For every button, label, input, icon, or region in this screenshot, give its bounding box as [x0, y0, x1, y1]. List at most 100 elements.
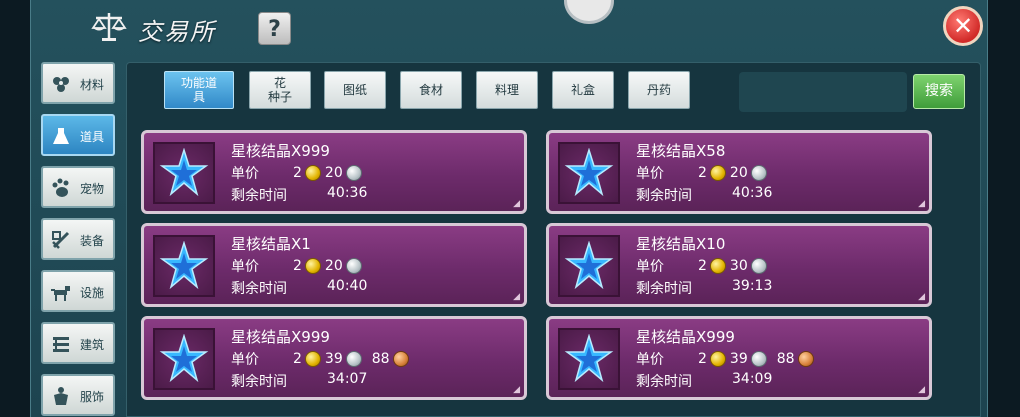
tab-gift-boxes[interactable]: 礼盒 — [552, 71, 614, 109]
sidebar-item-facilities[interactable]: 设施 — [41, 270, 115, 312]
item-name: 星核结晶X999 — [636, 328, 735, 346]
remaining-time: 34:09 — [732, 371, 773, 387]
time-row: 剩余时间 34:09 — [636, 371, 772, 391]
tab-blueprints[interactable]: 图纸 — [324, 71, 386, 109]
remaining-time: 34:07 — [327, 371, 368, 387]
time-row: 剩余时间 40:36 — [231, 185, 367, 205]
price-row: 单价 2 20 — [231, 256, 366, 276]
exchange-panel: 交易所 ? ✕ 材料 道具 宠物 装备 设施 建筑 服饰 功能道 具 花 种子 … — [30, 0, 988, 417]
top-knob — [564, 0, 614, 24]
silver-amount: 20 — [729, 165, 748, 181]
sidebar-item-label: 道具 — [80, 130, 105, 144]
listing-card[interactable]: 星核结晶X999 单价 2 39 88 剩余时间 34:07 ◢ — [141, 316, 527, 400]
item-name: 星核结晶X1 — [231, 235, 311, 253]
sidebar-item-label: 建筑 — [80, 338, 105, 352]
scale-icon — [91, 13, 127, 41]
fence-icon — [53, 337, 69, 352]
price-label: 单价 — [636, 166, 664, 182]
sword-icon — [52, 231, 70, 249]
search-button[interactable]: 搜索 — [913, 74, 965, 109]
gold-amount: 2 — [293, 165, 302, 181]
price-row: 单价 2 39 88 — [636, 349, 818, 369]
item-icon-frame — [558, 328, 620, 390]
item-name: 星核结晶X10 — [636, 235, 726, 253]
tab-ingredients[interactable]: 食材 — [400, 71, 462, 109]
time-row: 剩余时间 39:13 — [636, 278, 772, 298]
listing-card[interactable]: 星核结晶X1 单价 2 20 剩余时间 40:40 ◢ — [141, 223, 527, 307]
silver-coin-icon — [750, 165, 767, 181]
sidebar-item-label: 服饰 — [80, 390, 105, 404]
corner-mark-icon: ◢ — [918, 385, 925, 395]
gold-coin-icon — [304, 351, 321, 367]
remaining-time: 40:36 — [732, 185, 773, 201]
gold-amount: 2 — [293, 258, 302, 274]
tab-functional-items[interactable]: 功能道 具 — [164, 71, 234, 109]
corner-mark-icon: ◢ — [918, 199, 925, 209]
time-row: 剩余时间 40:36 — [636, 185, 772, 205]
price-row: 单价 2 20 — [231, 163, 366, 183]
silver-amount: 20 — [324, 165, 343, 181]
gold-coin-icon — [304, 165, 321, 181]
listing-card[interactable]: 星核结晶X999 单价 2 39 88 剩余时间 34:09 ◢ — [546, 316, 932, 400]
price-label: 单价 — [231, 166, 259, 182]
copper-coin-icon — [797, 351, 814, 367]
price-label: 单价 — [636, 259, 664, 275]
sidebar-item-equipment[interactable]: 装备 — [41, 218, 115, 260]
gold-amount: 2 — [698, 351, 707, 367]
corner-mark-icon: ◢ — [513, 385, 520, 395]
star-crystal-icon — [564, 334, 614, 383]
silver-amount: 20 — [324, 258, 343, 274]
price-label: 单价 — [231, 259, 259, 275]
sidebar-item-label: 装备 — [80, 234, 105, 248]
sidebar-item-items[interactable]: 道具 — [41, 114, 115, 156]
item-name: 星核结晶X999 — [231, 328, 330, 346]
corner-mark-icon: ◢ — [513, 292, 520, 302]
remaining-label: 剩余时间 — [636, 281, 692, 297]
item-icon-frame — [558, 235, 620, 297]
silver-amount: 30 — [729, 258, 748, 274]
item-name: 星核结晶X58 — [636, 142, 726, 160]
shirt-icon — [54, 387, 68, 405]
copper-amount: 88 — [371, 351, 390, 367]
listing-card[interactable]: 星核结晶X999 单价 2 20 剩余时间 40:36 ◢ — [141, 130, 527, 214]
gold-amount: 2 — [698, 165, 707, 181]
flask-icon — [53, 128, 69, 144]
silver-coin-icon — [750, 351, 767, 367]
paw-icon — [52, 178, 69, 197]
remaining-label: 剩余时间 — [231, 374, 287, 390]
sidebar-item-clothing[interactable]: 服饰 — [41, 374, 115, 416]
copper-amount: 88 — [776, 351, 795, 367]
tab-elixirs[interactable]: 丹药 — [628, 71, 690, 109]
listing-card[interactable]: 星核结晶X10 单价 2 30 剩余时间 39:13 ◢ — [546, 223, 932, 307]
tab-dishes[interactable]: 料理 — [476, 71, 538, 109]
copper-coin-icon — [392, 351, 409, 367]
remaining-label: 剩余时间 — [231, 188, 287, 204]
silver-coin-icon — [345, 258, 362, 274]
gold-coin-icon — [709, 165, 726, 181]
remaining-time: 40:36 — [327, 185, 368, 201]
sidebar-item-label: 宠物 — [80, 182, 105, 196]
tab-seeds[interactable]: 花 种子 — [249, 71, 311, 109]
item-icon-frame — [558, 142, 620, 204]
item-icon-frame — [153, 235, 215, 297]
price-row: 单价 2 39 88 — [231, 349, 413, 369]
sidebar-item-pets[interactable]: 宠物 — [41, 166, 115, 208]
item-icon-frame — [153, 142, 215, 204]
close-button[interactable]: ✕ — [943, 6, 983, 46]
price-row: 单价 2 30 — [636, 256, 771, 276]
sidebar-item-label: 设施 — [80, 286, 105, 300]
silver-amount: 39 — [324, 351, 343, 367]
corner-mark-icon: ◢ — [513, 199, 520, 209]
time-row: 剩余时间 40:40 — [231, 278, 367, 298]
search-input[interactable] — [739, 72, 907, 112]
listing-card[interactable]: 星核结晶X58 单价 2 20 剩余时间 40:36 ◢ — [546, 130, 932, 214]
sidebar-item-materials[interactable]: 材料 — [41, 62, 115, 104]
right-border — [988, 0, 1020, 417]
star-crystal-icon — [564, 241, 614, 290]
gold-amount: 2 — [698, 258, 707, 274]
sidebar-item-buildings[interactable]: 建筑 — [41, 322, 115, 364]
help-button[interactable]: ? — [258, 12, 291, 45]
remaining-time: 40:40 — [327, 278, 368, 294]
left-border — [0, 0, 32, 417]
price-label: 单价 — [231, 352, 259, 368]
